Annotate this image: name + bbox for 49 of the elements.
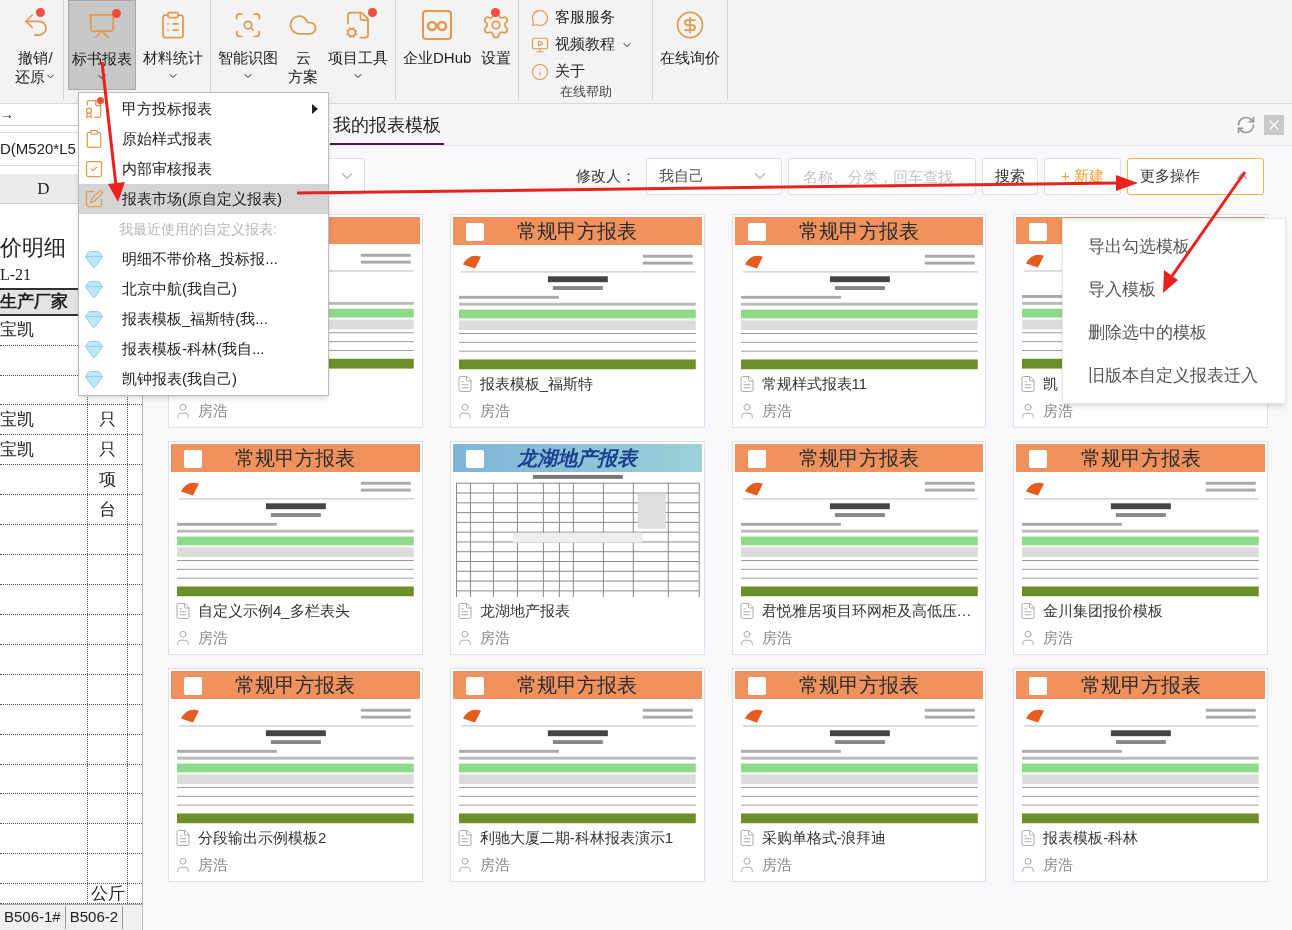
author-name: 房浩 (1043, 401, 1074, 421)
author-name: 房浩 (479, 855, 510, 876)
template-name: 报表模板_福斯特 (479, 373, 594, 394)
sheet-code: L-21 (0, 264, 32, 285)
formula-text: D(M520*L5 (0, 138, 76, 159)
card-header-title: 常规甲方报表 (1080, 673, 1201, 698)
template-name: 常规样式报表11 (761, 373, 868, 394)
card-header-title: 常规甲方报表 (798, 673, 919, 698)
table-header-cell-text: 生产厂家 (0, 290, 68, 313)
template-name: 利驰大厦二期-科林报表演示1 (479, 827, 674, 848)
group-label: 在线帮助 (558, 85, 613, 99)
table-cell-text: 宝凯 (0, 439, 34, 462)
arrow-text: → (0, 105, 14, 124)
table-cell-text: 只 (99, 439, 116, 462)
author-name: 房浩 (1043, 855, 1074, 876)
modifier-label: 修改人： (576, 165, 637, 186)
table-cell-text: 只 (99, 409, 116, 432)
template-name: 凯 (1043, 373, 1059, 394)
card-header-title: 龙湖地产报表 (517, 446, 638, 471)
author-name: 房浩 (761, 855, 792, 876)
card-header-title: 常规甲方报表 (1080, 446, 1201, 471)
card-header-title: 常规甲方报表 (517, 219, 638, 244)
template-name: 自定义示例4_多栏表头 (198, 600, 350, 621)
card-header-title: 常规甲方报表 (798, 219, 919, 244)
card-header-title: 常规甲方报表 (798, 446, 919, 471)
template-name: 龙湖地产报表 (479, 600, 570, 621)
template-name: 报表模板-科林 (1043, 827, 1139, 848)
table-cell-text: 宝凯 (0, 319, 34, 342)
table-cell-text: 项 (99, 469, 116, 491)
template-name: 金川集团报价模板 (1043, 600, 1164, 621)
menu-section-label: 我最近使用的自定义报表: (119, 219, 277, 239)
author-name: 房浩 (479, 401, 510, 422)
author-name: 房浩 (761, 628, 792, 649)
card-header-title: 常规甲方报表 (235, 446, 356, 471)
template-name: 分段输出示例模板2 (198, 827, 327, 848)
author-name: 房浩 (761, 401, 792, 422)
author-name: 房浩 (198, 401, 228, 421)
table-cell-text: 台 (99, 498, 116, 521)
sheet-title: 价明细 (0, 233, 66, 262)
table-cell-text: 公斤 (90, 882, 125, 905)
author-name: 房浩 (1043, 628, 1074, 649)
table-cell-text: 宝凯 (0, 409, 34, 432)
template-name: 君悦雅居项目环网柜及高低压… (761, 600, 972, 621)
author-name: 房浩 (198, 855, 228, 876)
author-name: 房浩 (479, 628, 510, 649)
card-header-title: 常规甲方报表 (235, 673, 356, 698)
card-header-title: 常规甲方报表 (517, 673, 638, 698)
author-name: 房浩 (198, 628, 228, 649)
template-name: 采购单格式-浪拜迪 (761, 827, 887, 848)
